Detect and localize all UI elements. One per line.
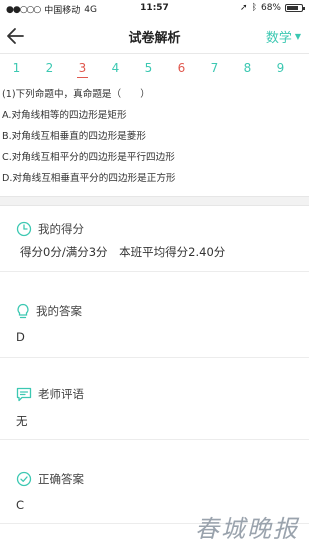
section-gap <box>0 196 309 206</box>
question-number-strip: 123456789 <box>0 56 309 80</box>
divider <box>0 439 309 440</box>
subject-dropdown[interactable]: 数学 ▼ <box>266 27 301 46</box>
battery-percent: 68% <box>260 3 281 13</box>
class-average: 本班平均得分2.40分 <box>119 245 226 259</box>
teacher-comment-label: 老师评语 <box>38 387 84 401</box>
status-bar: ●●○○○ 中国移动 4G 11:57 ➚ ᛒ 68% <box>0 0 309 18</box>
question-stem: (1)下列命题中，真命题是（ ） <box>2 89 150 100</box>
lightbulb-icon <box>17 303 29 318</box>
my-answer-section: 我的答案 D <box>0 301 309 344</box>
watermark-logo: 春城晚报 <box>195 515 299 543</box>
page-title: 试卷解析 <box>128 31 181 46</box>
status-right: ➚ ᛒ 68% <box>240 3 305 13</box>
option-b: B.对角线互相垂直的四边形是菱形 <box>2 131 146 142</box>
score-section: 我的得分 得分0分/满分3分 本班平均得分2.40分 <box>0 219 309 260</box>
my-answer-label: 我的答案 <box>36 304 82 318</box>
score-label: 我的得分 <box>38 222 84 236</box>
question-number-8[interactable]: 8 <box>231 56 264 80</box>
battery-icon <box>285 4 305 12</box>
question-number-5[interactable]: 5 <box>132 56 165 80</box>
my-answer-header: 我的答案 <box>0 301 309 321</box>
location-icon: ➚ <box>240 3 248 13</box>
divider <box>0 271 309 272</box>
battery-fill <box>287 6 298 10</box>
correct-answer-header: 正确答案 <box>0 469 309 489</box>
teacher-comment-section: 老师评语 无 <box>0 384 309 429</box>
question-number-1[interactable]: 1 <box>0 56 33 80</box>
score-header: 我的得分 <box>0 219 309 239</box>
caret-down-icon: ▼ <box>294 32 301 41</box>
score-body: 得分0分/满分3分 本班平均得分2.40分 <box>0 244 309 260</box>
option-c: C.对角线互相平分的四边形是平行四边形 <box>2 152 175 163</box>
option-d: D.对角线互相垂直平分的四边形是正方形 <box>2 173 176 184</box>
bluetooth-icon: ᛒ <box>251 3 257 13</box>
question-number-6[interactable]: 6 <box>165 56 198 80</box>
subject-label: 数学 <box>265 31 292 46</box>
clock-icon <box>16 221 32 237</box>
question-number-7[interactable]: 7 <box>198 56 231 80</box>
teacher-comment-header: 老师评语 <box>0 384 309 404</box>
my-answer-value: D <box>16 330 25 344</box>
question-number-2[interactable]: 2 <box>33 56 66 80</box>
correct-answer-label: 正确答案 <box>38 472 84 486</box>
correct-answer-section: 正确答案 C <box>0 469 309 512</box>
question-number-4[interactable]: 4 <box>99 56 132 80</box>
question-block: (1)下列命题中，真命题是（ ） A.对角线相等的四边形是矩形 B.对角线互相垂… <box>2 84 307 189</box>
question-number-9[interactable]: 9 <box>264 56 297 80</box>
divider <box>0 357 309 358</box>
teacher-comment-value: 无 <box>16 414 28 428</box>
score-value: 得分0分/满分3分 <box>20 245 108 259</box>
option-a: A.对角线相等的四边形是矩形 <box>2 110 127 121</box>
question-number-3[interactable]: 3 <box>66 56 99 80</box>
comment-icon <box>16 387 32 401</box>
nav-bar: 试卷解析 数学 ▼ <box>0 18 309 54</box>
check-circle-icon <box>16 471 32 487</box>
